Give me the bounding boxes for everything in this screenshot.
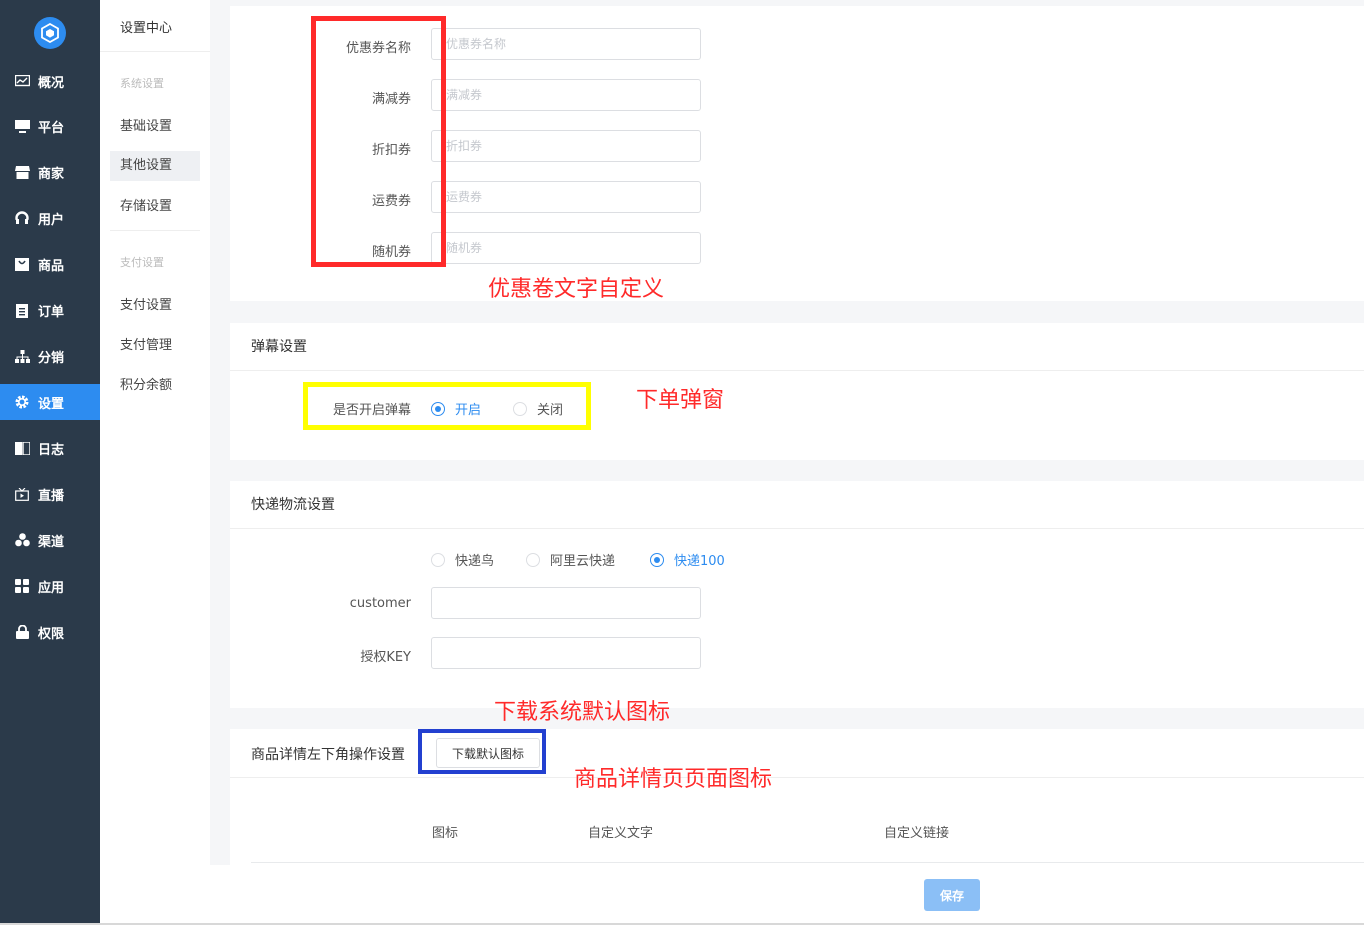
radio-label: 快递鸟 bbox=[455, 554, 495, 569]
customer-input[interactable] bbox=[431, 587, 701, 619]
barrage-annotation-box bbox=[303, 382, 591, 430]
clipboard-icon bbox=[14, 302, 30, 318]
barrage-section-title: 弹幕设置 bbox=[230, 323, 1364, 371]
customer-label: customer bbox=[349, 596, 411, 611]
nav-item-users[interactable]: 用户 bbox=[0, 200, 100, 236]
nav-item-orders[interactable]: 订单 bbox=[0, 292, 100, 328]
submenu-item-basic[interactable]: 基础设置 bbox=[110, 112, 200, 142]
nav-item-label: 概况 bbox=[38, 75, 65, 91]
grid-icon bbox=[14, 578, 30, 594]
app-logo-icon bbox=[34, 17, 66, 49]
nav-item-overview[interactable]: 概况 bbox=[0, 63, 100, 99]
coupon-annotation-text: 优惠卷文字自定义 bbox=[488, 277, 665, 302]
column-header-icon: 图标 bbox=[432, 826, 459, 841]
nav-item-label: 直播 bbox=[38, 488, 65, 504]
barrage-annotation-text: 下单弹窗 bbox=[636, 388, 725, 413]
detail-annotation-text: 商品详情页页面图标 bbox=[574, 767, 773, 792]
column-header-custom-text: 自定义文字 bbox=[588, 826, 654, 841]
radio-label: 快递100 bbox=[674, 554, 725, 569]
radio-dot bbox=[431, 552, 445, 567]
nav-item-label: 平台 bbox=[38, 120, 65, 136]
nav-item-logs[interactable]: 日志 bbox=[0, 430, 100, 466]
nav-item-label: 日志 bbox=[38, 442, 65, 458]
nav-item-label: 权限 bbox=[38, 626, 65, 642]
footer-bar: 保存 bbox=[210, 865, 1364, 923]
nav-item-label: 商品 bbox=[38, 258, 65, 274]
express-section-title: 快递物流设置 bbox=[230, 481, 1364, 529]
sitemap-icon bbox=[14, 348, 30, 364]
express-settings-card: 快递物流设置 快递鸟 阿里云快递 快递100 customer 授权KEY bbox=[230, 481, 1364, 708]
express-aliyun-radio[interactable]: 阿里云快递 bbox=[526, 550, 615, 569]
submenu-divider bbox=[110, 230, 200, 231]
nav-item-label: 用户 bbox=[38, 212, 65, 228]
nav-item-label: 商家 bbox=[38, 166, 65, 182]
download-annotation-box bbox=[418, 729, 546, 774]
nav-item-distribution[interactable]: 分销 bbox=[0, 338, 100, 374]
bag-icon bbox=[14, 256, 30, 272]
nav-item-platform[interactable]: 平台 bbox=[0, 108, 100, 144]
nav-item-label: 应用 bbox=[38, 580, 65, 596]
submenu-item-storage[interactable]: 存储设置 bbox=[110, 192, 200, 222]
user-icon bbox=[14, 210, 30, 226]
settings-submenu: 设置中心 系统设置 基础设置 其他设置 存储设置 支付设置 支付设置 支付管理 … bbox=[100, 0, 210, 923]
radio-label: 阿里云快递 bbox=[550, 554, 616, 569]
main-sidebar: 概况 平台 商家 用户 商品 订单 分销 设置 日志 直播 渠道 应用 权限 bbox=[0, 0, 100, 923]
radio-dot bbox=[650, 552, 664, 567]
chart-icon bbox=[14, 73, 30, 89]
lock-icon bbox=[14, 624, 30, 640]
submenu-group-payment: 支付设置 bbox=[120, 256, 164, 269]
nav-item-settings[interactable]: 设置 bbox=[0, 384, 100, 420]
auth-key-label: 授权KEY bbox=[360, 650, 411, 665]
auth-key-input[interactable] bbox=[431, 637, 701, 669]
detail-ops-section-title: 商品详情左下角操作设置 bbox=[251, 747, 405, 763]
express-kuaidi100-radio[interactable]: 快递100 bbox=[650, 550, 725, 569]
shipping-coupon-input[interactable] bbox=[431, 181, 701, 213]
submenu-item-payment-manage[interactable]: 支付管理 bbox=[110, 331, 200, 361]
detail-ops-card: 商品详情左下角操作设置 下载默认图标 图标 自定义文字 自定义链接 bbox=[230, 729, 1364, 865]
submenu-divider bbox=[100, 51, 210, 52]
monitor-icon bbox=[14, 118, 30, 134]
nav-item-label: 渠道 bbox=[38, 534, 65, 550]
submenu-item-payment-settings[interactable]: 支付设置 bbox=[110, 291, 200, 321]
download-annotation-text: 下载系统默认图标 bbox=[494, 700, 671, 725]
express-kdniao-radio[interactable]: 快递鸟 bbox=[431, 550, 494, 569]
submenu-item-other[interactable]: 其他设置 bbox=[110, 151, 200, 181]
coupon-annotation-box bbox=[311, 16, 446, 267]
nav-item-permissions[interactable]: 权限 bbox=[0, 614, 100, 650]
book-icon bbox=[14, 440, 30, 456]
radio-dot bbox=[526, 552, 540, 567]
cubes-icon bbox=[14, 532, 30, 548]
nav-item-products[interactable]: 商品 bbox=[0, 246, 100, 282]
nav-item-label: 设置 bbox=[38, 396, 65, 412]
table-divider bbox=[251, 862, 1364, 863]
nav-item-merchant[interactable]: 商家 bbox=[0, 154, 100, 190]
nav-item-label: 分销 bbox=[38, 350, 65, 366]
column-header-custom-link: 自定义链接 bbox=[884, 826, 950, 841]
submenu-group-system: 系统设置 bbox=[120, 77, 164, 90]
nav-item-label: 订单 bbox=[38, 304, 65, 320]
submenu-item-points-balance[interactable]: 积分余额 bbox=[110, 371, 200, 401]
nav-item-channels[interactable]: 渠道 bbox=[0, 522, 100, 558]
save-button[interactable]: 保存 bbox=[924, 879, 980, 911]
section-divider bbox=[230, 777, 1364, 778]
nav-item-live[interactable]: 直播 bbox=[0, 476, 100, 512]
discount-input[interactable] bbox=[431, 130, 701, 162]
full-reduction-input[interactable] bbox=[431, 79, 701, 111]
random-coupon-input[interactable] bbox=[431, 232, 701, 264]
nav-item-apps[interactable]: 应用 bbox=[0, 568, 100, 604]
store-icon bbox=[14, 164, 30, 180]
tv-icon bbox=[14, 486, 30, 502]
gear-icon bbox=[14, 394, 30, 410]
submenu-title: 设置中心 bbox=[120, 21, 173, 36]
coupon-name-input[interactable] bbox=[431, 28, 701, 60]
